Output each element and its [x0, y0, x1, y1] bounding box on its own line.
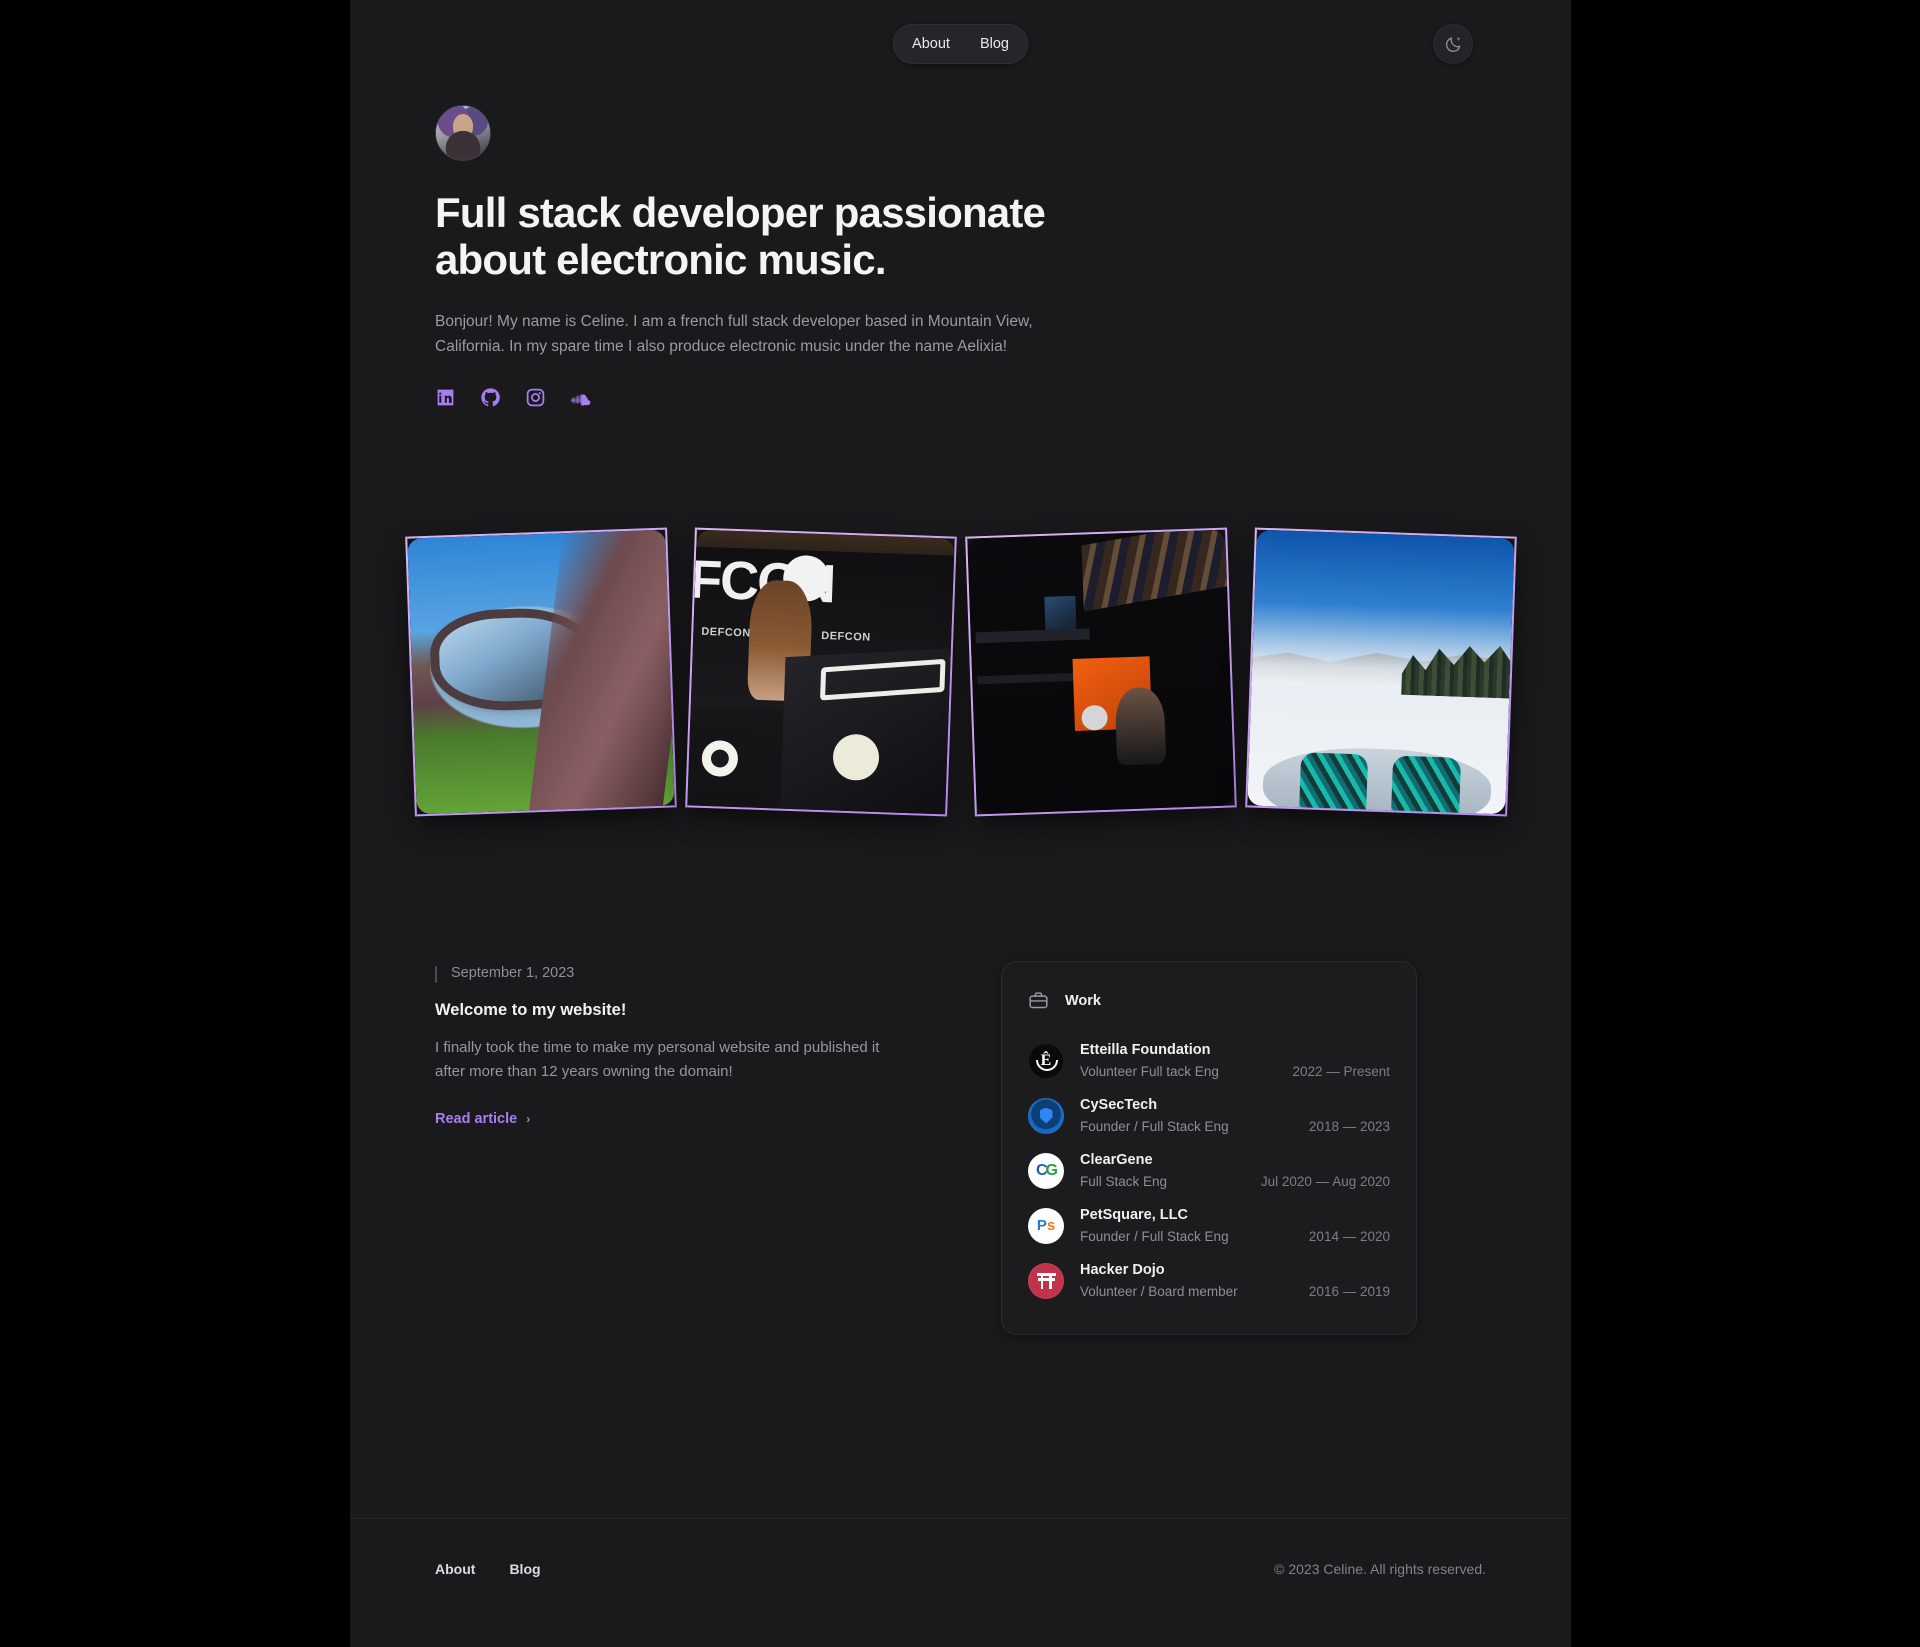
nav-item-about[interactable]: About: [902, 32, 960, 57]
soundcloud-icon[interactable]: [570, 387, 591, 408]
page-title: Full stack developer passionate about el…: [435, 189, 1046, 284]
work-period: 2022 — Present: [1292, 1064, 1390, 1079]
work-meta: Founder / Full Stack Eng 2014 — 2020: [1080, 1229, 1390, 1244]
site-header: About Blog: [350, 0, 1571, 88]
page-root: About Blog Full stack developer passiona…: [0, 0, 1920, 1647]
nav-item-blog[interactable]: Blog: [970, 32, 1019, 57]
work-role: Volunteer / Board member: [1080, 1284, 1238, 1299]
footer-link-blog[interactable]: Blog: [509, 1561, 540, 1577]
work-entry-info: Etteilla Foundation Volunteer Full tack …: [1080, 1042, 1390, 1079]
work-period: 2014 — 2020: [1308, 1229, 1390, 1244]
cleargene-logo: CG: [1028, 1152, 1064, 1189]
photo-car-mirror: [406, 529, 675, 815]
article-date: September 1, 2023: [435, 965, 935, 983]
chevron-right-icon: ›: [526, 1111, 531, 1126]
gallery-photo-3[interactable]: [964, 527, 1237, 817]
linkedin-icon[interactable]: [435, 387, 456, 408]
work-company: ClearGene: [1080, 1152, 1153, 1168]
work-company: Etteilla Foundation: [1080, 1042, 1211, 1058]
gallery-photo-2[interactable]: FCON DEFCON DEFCON: [684, 527, 957, 817]
intro-bio: Bonjour! My name is Celine. I am a frenc…: [435, 313, 1033, 356]
avatar-image: [436, 106, 490, 160]
work-company: CySecTech: [1080, 1097, 1158, 1113]
briefcase-icon: [1028, 990, 1049, 1011]
content-column: About Blog Full stack developer passiona…: [350, 0, 1571, 1647]
work-company: PetSquare, LLC: [1080, 1207, 1188, 1223]
avatar: [435, 105, 491, 161]
footer-link-about[interactable]: About: [435, 1561, 475, 1577]
gallery-photo-4[interactable]: [1244, 527, 1517, 817]
primary-nav: About Blog: [892, 24, 1029, 64]
article-title[interactable]: Welcome to my website!: [435, 1001, 935, 1020]
footer-inner: About Blog © 2023 Celine. All rights res…: [435, 1561, 1486, 1577]
footer-copyright: © 2023 Celine. All rights reserved.: [1274, 1561, 1486, 1577]
etteilla-logo: Ê: [1028, 1042, 1064, 1079]
work-meta: Full Stack Eng Jul 2020 — Aug 2020: [1080, 1174, 1390, 1189]
work-card-header: Work: [1028, 990, 1390, 1011]
petsquare-logo: Ps: [1028, 1207, 1064, 1244]
article-excerpt: I finally took the time to make my perso…: [435, 1039, 880, 1081]
work-entry-info: PetSquare, LLC Founder / Full Stack Eng …: [1080, 1207, 1390, 1244]
table-row[interactable]: CG ClearGene Full Stack Eng Jul 2020 — A…: [1028, 1143, 1390, 1198]
work-role: Volunteer Full tack Eng: [1080, 1064, 1219, 1079]
instagram-icon[interactable]: [525, 387, 546, 408]
work-entry-info: Hacker Dojo Volunteer / Board member 201…: [1080, 1262, 1390, 1299]
work-role: Founder / Full Stack Eng: [1080, 1229, 1229, 1244]
work-entry-info: ClearGene Full Stack Eng Jul 2020 — Aug …: [1080, 1152, 1390, 1189]
read-article-link[interactable]: Read article ›: [435, 1111, 530, 1127]
github-icon[interactable]: [480, 387, 501, 408]
work-role: Founder / Full Stack Eng: [1080, 1119, 1229, 1134]
footer-nav: About Blog: [435, 1561, 541, 1577]
table-row[interactable]: Ps PetSquare, LLC Founder / Full Stack E…: [1028, 1198, 1390, 1253]
read-article-label: Read article: [435, 1110, 518, 1127]
social-links: [435, 387, 1135, 408]
theme-toggle-button[interactable]: [1433, 24, 1473, 64]
photo-defcon-talk: FCON DEFCON DEFCON: [686, 529, 955, 815]
work-period: Jul 2020 — Aug 2020: [1260, 1174, 1390, 1189]
work-entry-info: CySecTech Founder / Full Stack Eng 2018 …: [1080, 1097, 1390, 1134]
photo-dj-booth: [966, 529, 1235, 815]
work-card: Work Ê Etteilla Foundation Volunteer Ful…: [1001, 961, 1417, 1335]
work-meta: Volunteer / Board member 2016 — 2019: [1080, 1284, 1390, 1299]
article-preview: September 1, 2023 Welcome to my website!…: [435, 965, 935, 1335]
work-period: 2018 — 2023: [1308, 1119, 1390, 1134]
table-row[interactable]: Hacker Dojo Volunteer / Board member 201…: [1028, 1253, 1390, 1308]
work-card-title: Work: [1065, 992, 1101, 1009]
site-footer: About Blog © 2023 Celine. All rights res…: [350, 1518, 1571, 1647]
work-meta: Volunteer Full tack Eng 2022 — Present: [1080, 1064, 1390, 1079]
photo-snowboarding: [1246, 529, 1515, 815]
intro-section: Full stack developer passionate about el…: [435, 105, 1135, 408]
cysectech-logo: [1028, 1097, 1064, 1134]
moon-icon: [1444, 35, 1463, 54]
photo-gallery: FCON DEFCON DEFCON: [340, 522, 1581, 822]
work-meta: Founder / Full Stack Eng 2018 — 2023: [1080, 1119, 1390, 1134]
lower-section: September 1, 2023 Welcome to my website!…: [435, 961, 1485, 1335]
table-row[interactable]: Ê Etteilla Foundation Volunteer Full tac…: [1028, 1033, 1390, 1088]
work-role: Full Stack Eng: [1080, 1174, 1168, 1189]
work-period: 2016 — 2019: [1308, 1284, 1390, 1299]
work-company: Hacker Dojo: [1080, 1262, 1165, 1278]
gallery-photo-1[interactable]: [404, 527, 677, 817]
hackerdojo-logo: [1028, 1262, 1064, 1299]
table-row[interactable]: CySecTech Founder / Full Stack Eng 2018 …: [1028, 1088, 1390, 1143]
